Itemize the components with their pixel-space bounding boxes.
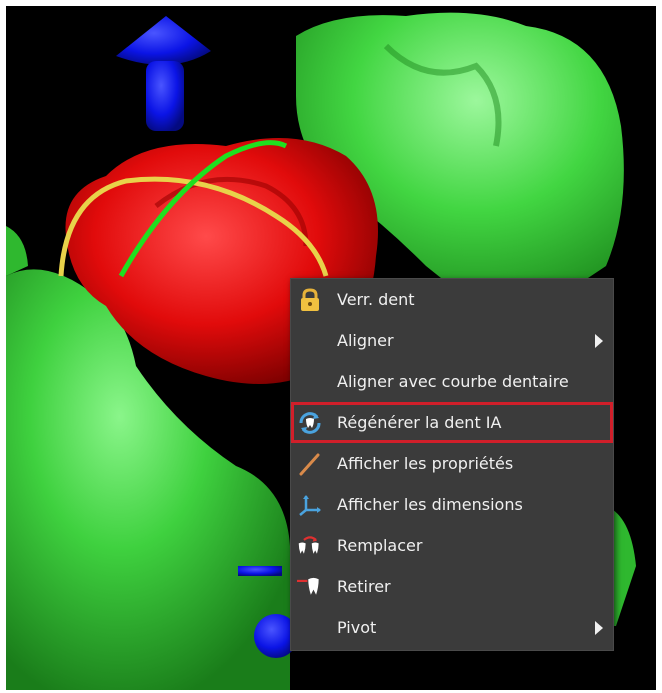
ai-regenerate-tooth-icon bbox=[297, 410, 323, 436]
menu-item-label: Régénérer la dent IA bbox=[337, 413, 502, 432]
blue-arrow-gizmo-top[interactable] bbox=[116, 16, 211, 131]
3d-viewport[interactable]: Verr. dent Aligner Aligner avec courbe d… bbox=[6, 6, 656, 690]
submenu-arrow-icon bbox=[595, 620, 603, 635]
green-gum-left-edge bbox=[6, 226, 28, 276]
menu-item-replace[interactable]: Remplacer bbox=[291, 525, 613, 566]
menu-item-show-properties[interactable]: Afficher les propriétés bbox=[291, 443, 613, 484]
menu-item-pivot[interactable]: Pivot bbox=[291, 607, 613, 648]
pencil-icon bbox=[297, 451, 323, 477]
menu-item-lock-tooth[interactable]: Verr. dent bbox=[291, 279, 613, 320]
menu-item-label: Remplacer bbox=[337, 536, 423, 555]
menu-item-label: Aligner avec courbe dentaire bbox=[337, 372, 569, 391]
context-menu: Verr. dent Aligner Aligner avec courbe d… bbox=[290, 278, 614, 651]
menu-item-label: Afficher les dimensions bbox=[337, 495, 523, 514]
menu-item-remove[interactable]: Retirer bbox=[291, 566, 613, 607]
menu-item-show-dimensions[interactable]: Afficher les dimensions bbox=[291, 484, 613, 525]
menu-item-align-with-dental-curve[interactable]: Aligner avec courbe dentaire bbox=[291, 361, 613, 402]
menu-item-label: Aligner bbox=[337, 331, 394, 350]
replace-tooth-icon bbox=[297, 533, 323, 559]
menu-item-label: Verr. dent bbox=[337, 290, 415, 309]
menu-item-label: Retirer bbox=[337, 577, 391, 596]
axes-icon bbox=[297, 492, 323, 518]
menu-item-align[interactable]: Aligner bbox=[291, 320, 613, 361]
menu-item-regenerate-ai-tooth[interactable]: Régénérer la dent IA bbox=[291, 402, 613, 443]
remove-tooth-icon bbox=[297, 574, 323, 600]
submenu-arrow-icon bbox=[595, 333, 603, 348]
menu-item-label: Afficher les propriétés bbox=[337, 454, 514, 473]
lock-icon bbox=[297, 287, 323, 313]
menu-item-label: Pivot bbox=[337, 618, 377, 637]
